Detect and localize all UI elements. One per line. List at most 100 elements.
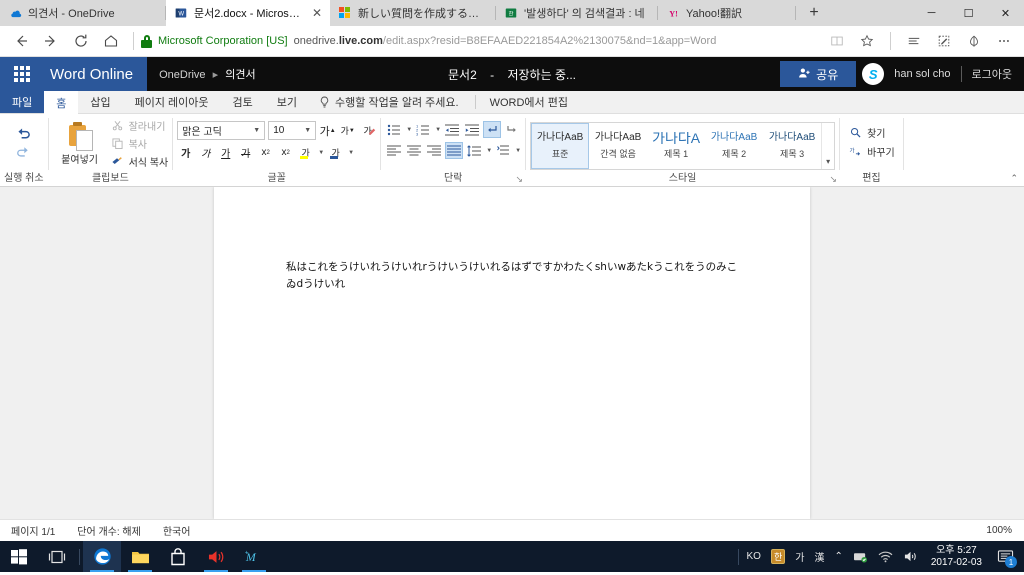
taskbar-app-store[interactable] [159, 541, 197, 572]
share-icon[interactable] [960, 28, 988, 54]
style-item-normal[interactable]: 가나다AaB 표준 [531, 122, 590, 169]
document-page[interactable]: 私はこれをうけいれうけいれrうけいうけいれるはずですかわたくshいwあたkうこれ… [214, 187, 810, 519]
style-item-heading-3[interactable]: 가나다AaB 제목 3 [763, 123, 821, 169]
align-right-icon[interactable] [425, 142, 443, 159]
skype-icon[interactable]: S [862, 63, 885, 85]
home-icon[interactable] [96, 28, 126, 54]
chevron-down-icon[interactable]: ▼ [406, 127, 412, 133]
increase-indent-icon[interactable] [463, 121, 481, 138]
network-icon[interactable] [848, 550, 873, 563]
bullets-icon[interactable] [385, 121, 403, 138]
cut-button[interactable]: 잘라내기 [111, 118, 169, 133]
browser-tab-3[interactable]: 한 '발생하다' 의 검색결과 : 네 [496, 0, 658, 26]
italic-button[interactable]: 가 [197, 144, 214, 161]
shrink-font-button[interactable]: 가 ▼ [339, 122, 356, 139]
ribbon-tab-insert[interactable]: 삽입 [78, 91, 122, 113]
browser-tab-1[interactable]: W 문서2.docx - Microsoft ' ✕ [166, 0, 330, 26]
clear-formatting-button[interactable]: 가 [359, 122, 376, 139]
browser-tab-2[interactable]: 新しい質問を作成する、ま [330, 0, 496, 26]
maximize-button[interactable]: ☐ [950, 0, 987, 26]
browser-tab-4[interactable]: Y! Yahoo!翻訳 [658, 0, 796, 26]
windows-start-icon[interactable] [0, 541, 38, 572]
ribbon-tab-review[interactable]: 검토 [221, 91, 265, 113]
taskbar-app-edge[interactable] [83, 541, 121, 572]
font-size-combo[interactable]: 10 ▼ [268, 121, 317, 140]
taskbar-app-file-explorer[interactable] [121, 541, 159, 572]
notification-icon[interactable]: 1 [990, 541, 1020, 572]
collapse-ribbon-button[interactable]: ⌃ [1010, 173, 1018, 184]
wifi-icon[interactable] [873, 550, 898, 563]
paragraph-mark-icon[interactable] [494, 142, 512, 159]
refresh-icon[interactable] [66, 28, 96, 54]
word-online-brand[interactable]: Word Online [44, 57, 148, 91]
find-button[interactable]: 찾기 [844, 123, 899, 142]
style-item-heading-1[interactable]: 가나다A 제목 1 [647, 123, 705, 169]
style-item-no-spacing[interactable]: 가나다AaB 간격 없음 [589, 123, 647, 169]
align-justify-icon[interactable] [445, 142, 464, 159]
ribbon-tab-page-layout[interactable]: 페이지 레이아웃 [123, 91, 221, 113]
tell-me-box[interactable]: 수행할 작업을 알려 주세요. [309, 94, 469, 110]
ribbon-tab-file[interactable]: 파일 [0, 91, 45, 113]
underline-button[interactable]: 가 [217, 144, 234, 161]
ribbon-tab-view[interactable]: 보기 [265, 91, 309, 113]
share-button[interactable]: 공유 [780, 61, 857, 87]
chevron-down-icon[interactable]: ▼ [348, 150, 354, 156]
chevron-down-icon[interactable]: ▼ [435, 127, 441, 133]
decrease-indent-icon[interactable] [443, 121, 461, 138]
ime-mode[interactable]: 한 [766, 549, 790, 564]
font-color-button[interactable]: 가 [327, 144, 344, 161]
strikethrough-button[interactable]: 가 [237, 144, 254, 161]
note-icon[interactable] [930, 28, 958, 54]
styles-dialog-launcher[interactable]: ↘ [830, 174, 838, 185]
minimize-button[interactable]: ─ [913, 0, 950, 26]
page-indicator[interactable]: 페이지 1/1 [0, 523, 66, 538]
ime-hanja[interactable]: 漢 [809, 549, 829, 564]
user-name[interactable]: han sol cho [884, 68, 960, 80]
undo-icon[interactable] [15, 126, 32, 144]
replace-button[interactable]: 가 바꾸기 [844, 142, 899, 161]
reading-view-icon[interactable] [823, 28, 851, 54]
style-item-heading-2[interactable]: 가나다AaB 제목 2 [705, 123, 763, 169]
word-count[interactable]: 단어 개수: 해제 [66, 523, 152, 538]
document-body-text[interactable]: 私はこれをうけいれうけいれrうけいうけいれるはずですかわたくshいwあたkうこれ… [286, 259, 738, 293]
hub-icon[interactable] [900, 28, 928, 54]
ime-char-mode[interactable]: 가 [790, 549, 809, 564]
zoom-level[interactable]: 100% [986, 525, 1024, 536]
breadcrumb-root[interactable]: OneDrive [159, 69, 205, 81]
numbering-icon[interactable]: 123 [414, 121, 432, 138]
highlight-button[interactable]: 가 [297, 144, 314, 161]
rtl-icon[interactable] [503, 121, 521, 138]
copy-button[interactable]: 복사 [111, 136, 169, 151]
ltr-icon[interactable] [483, 121, 502, 138]
taskbar-app-math-input[interactable]: M + [235, 541, 273, 572]
subscript-button[interactable]: x2 [257, 144, 274, 161]
app-launcher-button[interactable] [0, 57, 44, 91]
font-name-combo[interactable]: 맑은 고딕 ▼ [177, 121, 266, 140]
favorites-star-icon[interactable] [853, 28, 881, 54]
browser-tab-0[interactable]: 의견서 - OneDrive [0, 0, 166, 26]
redo-icon[interactable] [15, 145, 32, 161]
language-indicator[interactable]: 한국어 [152, 523, 202, 538]
close-icon[interactable]: ✕ [312, 7, 322, 19]
volume-icon[interactable] [898, 550, 923, 563]
task-view-icon[interactable] [38, 541, 76, 572]
forward-arrow-icon[interactable] [36, 28, 66, 54]
chevron-down-icon[interactable]: ▼ [486, 148, 492, 154]
close-window-button[interactable]: ✕ [987, 0, 1024, 26]
format-painter-button[interactable]: 서식 복사 [111, 154, 168, 169]
tray-chevron-icon[interactable]: ⌃ [829, 551, 847, 562]
grow-font-button[interactable]: 가 ▲ [319, 122, 336, 139]
styles-more-button[interactable]: ▾ [821, 122, 834, 169]
line-spacing-icon[interactable] [465, 142, 483, 159]
logout-link[interactable]: 로그아웃 [960, 66, 1024, 82]
new-tab-button[interactable]: + [796, 0, 832, 26]
align-left-icon[interactable] [385, 142, 403, 159]
back-arrow-icon[interactable] [6, 28, 36, 54]
edit-in-word-button[interactable]: WORD에서 편집 [482, 94, 576, 110]
ime-language[interactable]: KO [742, 551, 766, 562]
paragraph-dialog-launcher[interactable]: ↘ [516, 174, 524, 185]
url-bar[interactable]: Microsoft Corporation [US] onedrive.live… [141, 28, 823, 54]
bold-button[interactable]: 가 [177, 144, 194, 161]
clock[interactable]: 오후 5:27 2017-02-03 [923, 545, 990, 569]
ribbon-tab-home[interactable]: 홈 [44, 90, 79, 114]
